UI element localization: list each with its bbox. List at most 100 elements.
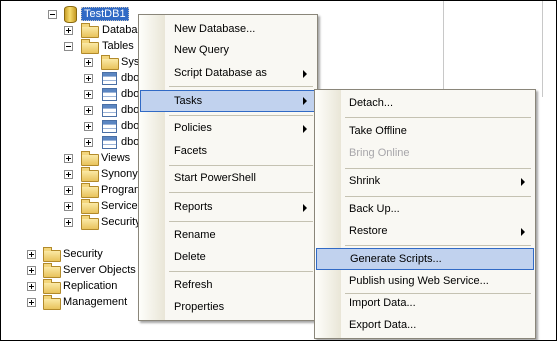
menu-item-generate-scripts[interactable]: Generate Scripts... (316, 248, 534, 270)
expand-icon[interactable] (64, 186, 73, 195)
menu-separator (169, 86, 313, 87)
menu-item-reports[interactable]: Reports (140, 197, 316, 219)
tree-node-tables[interactable]: Tables (63, 38, 143, 54)
tree-node-management[interactable]: Management (26, 294, 146, 310)
tree-node-system-tables[interactable]: Sys (83, 54, 143, 70)
tree-node-label[interactable]: dbo (121, 120, 139, 132)
menu-item-label: Shrink (349, 175, 381, 187)
menu-item-restore[interactable]: Restore (316, 221, 534, 243)
tree-node-label[interactable]: Progran (101, 184, 140, 196)
folder-icon (43, 263, 61, 278)
tree-node-label[interactable]: Tables (102, 40, 134, 52)
table-icon (102, 136, 117, 149)
menu-item-policies[interactable]: Policies (140, 118, 316, 140)
menu-item-label: Take Offline (349, 125, 407, 137)
menu-separator (345, 117, 531, 118)
menu-item-script-database-as[interactable]: Script Database as (140, 63, 316, 85)
tree-node-label[interactable]: Views (101, 152, 130, 164)
menu-item-import-data[interactable]: Import Data... (316, 293, 534, 315)
tree-node-label[interactable]: Sys (121, 56, 139, 68)
expand-icon[interactable] (27, 282, 36, 291)
folder-icon (43, 279, 61, 294)
menu-item-start-powershell[interactable]: Start PowerShell (140, 168, 316, 190)
tree-node-label[interactable]: Security (63, 248, 103, 260)
menu-item-refresh[interactable]: Refresh (140, 275, 316, 297)
collapse-icon[interactable] (48, 10, 57, 19)
tree-node-table[interactable]: dbo (83, 134, 143, 150)
menu-separator (345, 196, 531, 197)
tree-node-table[interactable]: dbo (83, 118, 143, 134)
expand-icon[interactable] (84, 138, 93, 147)
menu-item-label: Rename (174, 229, 216, 241)
tree-node-replication[interactable]: Replication (26, 278, 146, 294)
menu-item-new-database[interactable]: New Database... (140, 19, 316, 41)
menu-item-label: Publish using Web Service... (349, 275, 489, 287)
menu-item-back-up[interactable]: Back Up... (316, 199, 534, 221)
tree-node-label[interactable]: Databa (102, 24, 137, 36)
menu-item-label: Delete (174, 251, 206, 263)
expand-icon[interactable] (84, 106, 93, 115)
submenu-arrow-icon (303, 204, 307, 212)
menu-item-delete[interactable]: Delete (140, 247, 316, 269)
menu-item-properties[interactable]: Properties (140, 297, 316, 319)
menu-item-facets[interactable]: Facets (140, 141, 316, 163)
tree-node-label[interactable]: dbo (121, 136, 139, 148)
expand-icon[interactable] (84, 58, 93, 67)
menu-item-label: Properties (174, 301, 225, 313)
menu-item-shrink[interactable]: Shrink (316, 171, 534, 193)
tree-node-table[interactable]: dbo (83, 70, 143, 86)
expand-icon[interactable] (64, 26, 73, 35)
expand-icon[interactable] (64, 202, 73, 211)
tree-node-database-diagrams[interactable]: Databa (63, 22, 143, 38)
menu-separator (169, 221, 313, 222)
menu-item-export-data[interactable]: Export Data... (316, 315, 534, 337)
tree-node-label[interactable]: Replication (63, 280, 117, 292)
menu-item-detach[interactable]: Detach... (316, 93, 534, 115)
tree-node-database[interactable]: TestDB1 (46, 6, 136, 23)
expand-icon[interactable] (64, 170, 73, 179)
tree-node-table[interactable]: dbo (83, 86, 143, 102)
menu-item-publish-web-service[interactable]: Publish using Web Service... (316, 271, 534, 293)
menu-item-take-offline[interactable]: Take Offline (316, 121, 534, 143)
expand-icon[interactable] (84, 122, 93, 131)
tree-node-label[interactable]: dbo (121, 88, 139, 100)
tree-node-security[interactable]: Security (26, 246, 146, 262)
menu-item-tasks[interactable]: Tasks (140, 90, 316, 112)
folder-icon (81, 151, 99, 166)
column-divider (443, 1, 444, 97)
expand-icon[interactable] (84, 74, 93, 83)
menu-item-new-query[interactable]: New Query (140, 40, 316, 62)
expand-icon[interactable] (64, 154, 73, 163)
expand-icon[interactable] (27, 250, 36, 259)
folder-icon (81, 199, 99, 214)
menu-item-label: Import Data... (349, 297, 416, 309)
expand-icon[interactable] (84, 90, 93, 99)
column-divider (542, 1, 543, 97)
tree-node-db-security[interactable]: Security (63, 214, 143, 230)
tree-node-synonyms[interactable]: Synony (63, 166, 143, 182)
folder-icon (43, 247, 61, 262)
tree-node-label[interactable]: Synony (101, 168, 138, 180)
menu-item-label: Facets (174, 145, 208, 157)
tree-node-table[interactable]: dbo (83, 102, 143, 118)
expand-icon[interactable] (27, 298, 36, 307)
menu-item-rename[interactable]: Rename (140, 225, 316, 247)
tree-node-server-objects[interactable]: Server Objects (26, 262, 146, 278)
tree-node-label[interactable]: Server Objects (63, 264, 136, 276)
table-icon (102, 120, 117, 133)
expand-icon[interactable] (64, 218, 73, 227)
tree-node-label-selected[interactable]: TestDB1 (81, 7, 129, 21)
tree-node-service-broker[interactable]: Service (63, 198, 143, 214)
tree-node-label[interactable]: Security (101, 216, 141, 228)
tree-node-label[interactable]: dbo (121, 72, 139, 84)
collapse-icon[interactable] (64, 42, 73, 51)
tree-node-label[interactable]: dbo (121, 104, 139, 116)
tree-node-programmability[interactable]: Progran (63, 182, 143, 198)
tasks-submenu: Detach... Take Offline Bring Online Shri… (314, 89, 536, 339)
tree-node-label[interactable]: Service (101, 200, 138, 212)
tree-node-views[interactable]: Views (63, 150, 143, 166)
tree-node-label[interactable]: Management (63, 296, 127, 308)
screenshot-frame: TestDB1 Databa Tables Sys dbo dbo dbo db… (0, 0, 557, 341)
menu-item-label: Detach... (349, 97, 394, 109)
expand-icon[interactable] (27, 266, 36, 275)
